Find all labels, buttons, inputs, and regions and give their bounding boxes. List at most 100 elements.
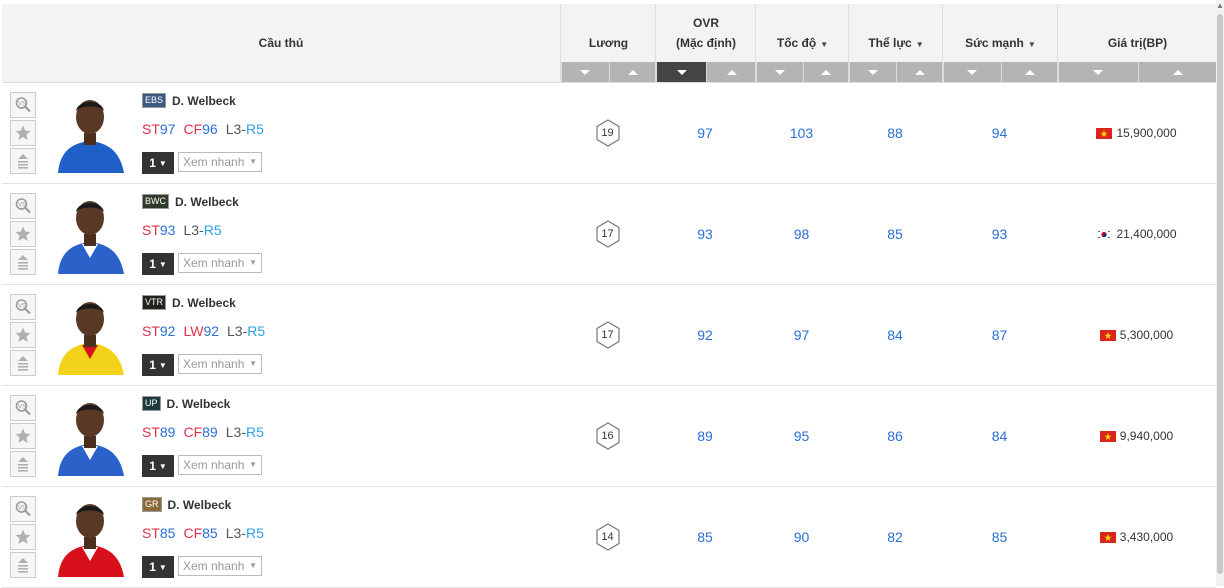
compare-button[interactable]: VS	[10, 294, 36, 320]
vn-flag	[1099, 531, 1116, 543]
player-name-line[interactable]: VTR D. Welbeck	[142, 295, 236, 310]
level-right: R5	[247, 323, 266, 339]
ovr-cell: 93	[697, 226, 713, 242]
stamina-sort-desc-button[interactable]	[849, 62, 896, 82]
level-dropdown[interactable]: 1 ▼	[142, 455, 174, 477]
position-name: LW	[183, 323, 204, 339]
header-stamina[interactable]: Thể lực ▼	[848, 4, 943, 82]
favorite-button[interactable]	[10, 120, 36, 146]
compare-magnifier-icon: VS	[15, 501, 31, 517]
speed-sort-desc-button[interactable]	[756, 62, 803, 82]
svg-text:VS: VS	[18, 506, 26, 512]
upgrade-arrow-icon	[18, 558, 28, 573]
table-row[interactable]: VS UP D. Welbeck ST89 CF89 L3-R5 1 ▼ Xem nhanh ▼ 1…	[2, 386, 1216, 487]
row-actions: VS	[10, 496, 36, 580]
favorite-button[interactable]	[10, 423, 36, 449]
ovr-sort-desc-button[interactable]	[656, 62, 706, 82]
player-name[interactable]: D. Welbeck	[175, 195, 239, 209]
strength-sort-asc-button[interactable]	[1000, 62, 1058, 82]
player-name[interactable]: D. Welbeck	[168, 498, 232, 512]
caret-down-icon: ▼	[820, 40, 829, 49]
season-badge: GR	[142, 497, 162, 512]
salary-sort-desc-button[interactable]	[561, 62, 609, 82]
player-positions: ST92 LW92 L3-R5	[142, 323, 265, 339]
upgrade-button[interactable]	[10, 148, 36, 174]
quick-view-dropdown[interactable]: Xem nhanh ▼	[178, 556, 262, 576]
compare-button[interactable]: VS	[10, 395, 36, 421]
compare-magnifier-icon: VS	[15, 97, 31, 113]
salary-value: 19	[601, 127, 614, 139]
stamina-cell: 88	[887, 125, 903, 141]
table-row[interactable]: VS GR D. Welbeck ST85 CF85 L3-R5 1 ▼ Xem nhanh ▼ 1…	[2, 487, 1216, 588]
scroll-thumb[interactable]	[1217, 14, 1223, 574]
player-photo[interactable]	[52, 293, 128, 375]
player-photo[interactable]	[52, 91, 128, 173]
player-name-line[interactable]: EBS D. Welbeck	[142, 93, 236, 108]
scroll-up-arrow-icon[interactable]: ▲	[1216, 2, 1224, 10]
favorite-button[interactable]	[10, 322, 36, 348]
strength-sort-desc-button[interactable]	[943, 62, 1001, 82]
header-player-label: Cầu thủ	[258, 36, 304, 50]
quick-view-dropdown[interactable]: Xem nhanh ▼	[178, 152, 262, 172]
player-name[interactable]: D. Welbeck	[172, 296, 236, 310]
header-speed[interactable]: Tốc độ ▼	[755, 4, 849, 82]
table-row[interactable]: VS BWC D. Welbeck ST93 L3-R5 1 ▼ Xem nhanh ▼ 17 93…	[2, 184, 1216, 285]
sort-asc-icon	[726, 69, 737, 75]
player-name[interactable]: D. Welbeck	[172, 94, 236, 108]
table-row[interactable]: VS VTR D. Welbeck ST92 LW92 L3-R5 1 ▼ Xem nhanh ▼…	[2, 285, 1216, 386]
stamina-sort-asc-button[interactable]	[896, 62, 943, 82]
level-dropdown[interactable]: 1 ▼	[142, 253, 174, 275]
upgrade-button[interactable]	[10, 350, 36, 376]
table-row[interactable]: VS EBS D. Welbeck ST97 CF96 L3-R5 1 ▼ Xem nhanh ▼…	[2, 83, 1216, 184]
level-dropdown[interactable]: 1 ▼	[142, 556, 174, 578]
quick-view-dropdown[interactable]: Xem nhanh ▼	[178, 354, 262, 374]
player-name-line[interactable]: UP D. Welbeck	[142, 396, 230, 411]
player-positions: ST97 CF96 L3-R5	[142, 121, 264, 137]
row-actions: VS	[10, 193, 36, 277]
position-name: CF	[183, 424, 203, 440]
compare-button[interactable]: VS	[10, 92, 36, 118]
player-photo[interactable]	[52, 495, 128, 577]
quick-view-dropdown[interactable]: Xem nhanh ▼	[178, 455, 262, 475]
speed-sort-asc-button[interactable]	[802, 62, 849, 82]
favorite-button[interactable]	[10, 221, 36, 247]
player-table: Cầu thủ Lương OVR (Mặc định) Tốc độ ▼ Th…	[2, 4, 1217, 588]
upgrade-button[interactable]	[10, 552, 36, 578]
upgrade-button[interactable]	[10, 451, 36, 477]
stamina-sort	[849, 62, 943, 82]
caret-down-icon: ▼	[1027, 40, 1036, 49]
ovr-cell: 89	[697, 428, 713, 444]
price-value: 21,400,000	[1116, 227, 1177, 241]
star-icon	[15, 226, 31, 241]
compare-button[interactable]: VS	[10, 496, 36, 522]
level-dropdown[interactable]: 1 ▼	[142, 152, 174, 174]
player-name[interactable]: D. Welbeck	[167, 397, 231, 411]
position-name: ST	[142, 222, 160, 238]
value-sort-desc-button[interactable]	[1058, 62, 1138, 82]
price-value: 3,430,000	[1119, 530, 1174, 544]
position-value: 85	[159, 525, 176, 541]
player-photo[interactable]	[52, 192, 128, 274]
position-name: ST	[142, 525, 160, 541]
header-stamina-label: Thể lực	[868, 36, 912, 50]
header-ovr-label: OVR	[692, 16, 719, 30]
quick-view-dropdown[interactable]: Xem nhanh ▼	[178, 253, 262, 273]
caret-down-icon: ▼	[249, 258, 257, 267]
level-dropdown[interactable]: 1 ▼	[142, 354, 174, 376]
ovr-sort-asc-button[interactable]	[706, 62, 756, 82]
stamina-cell: 85	[887, 226, 903, 242]
player-photo[interactable]	[52, 394, 128, 476]
sort-desc-icon	[1093, 69, 1104, 75]
salary-sort-asc-button[interactable]	[608, 62, 656, 82]
value-sort-asc-button[interactable]	[1137, 62, 1217, 82]
favorite-button[interactable]	[10, 524, 36, 550]
player-name-line[interactable]: BWC D. Welbeck	[142, 194, 239, 209]
scrollbar[interactable]: ▲	[1216, 0, 1224, 586]
upgrade-button[interactable]	[10, 249, 36, 275]
player-name-line[interactable]: GR D. Welbeck	[142, 497, 231, 512]
header-strength[interactable]: Sức mạnh ▼	[942, 4, 1058, 82]
salary-value: 16	[601, 430, 614, 442]
ovr-cell: 92	[697, 327, 713, 343]
ovr-cell: 85	[697, 529, 713, 545]
compare-button[interactable]: VS	[10, 193, 36, 219]
